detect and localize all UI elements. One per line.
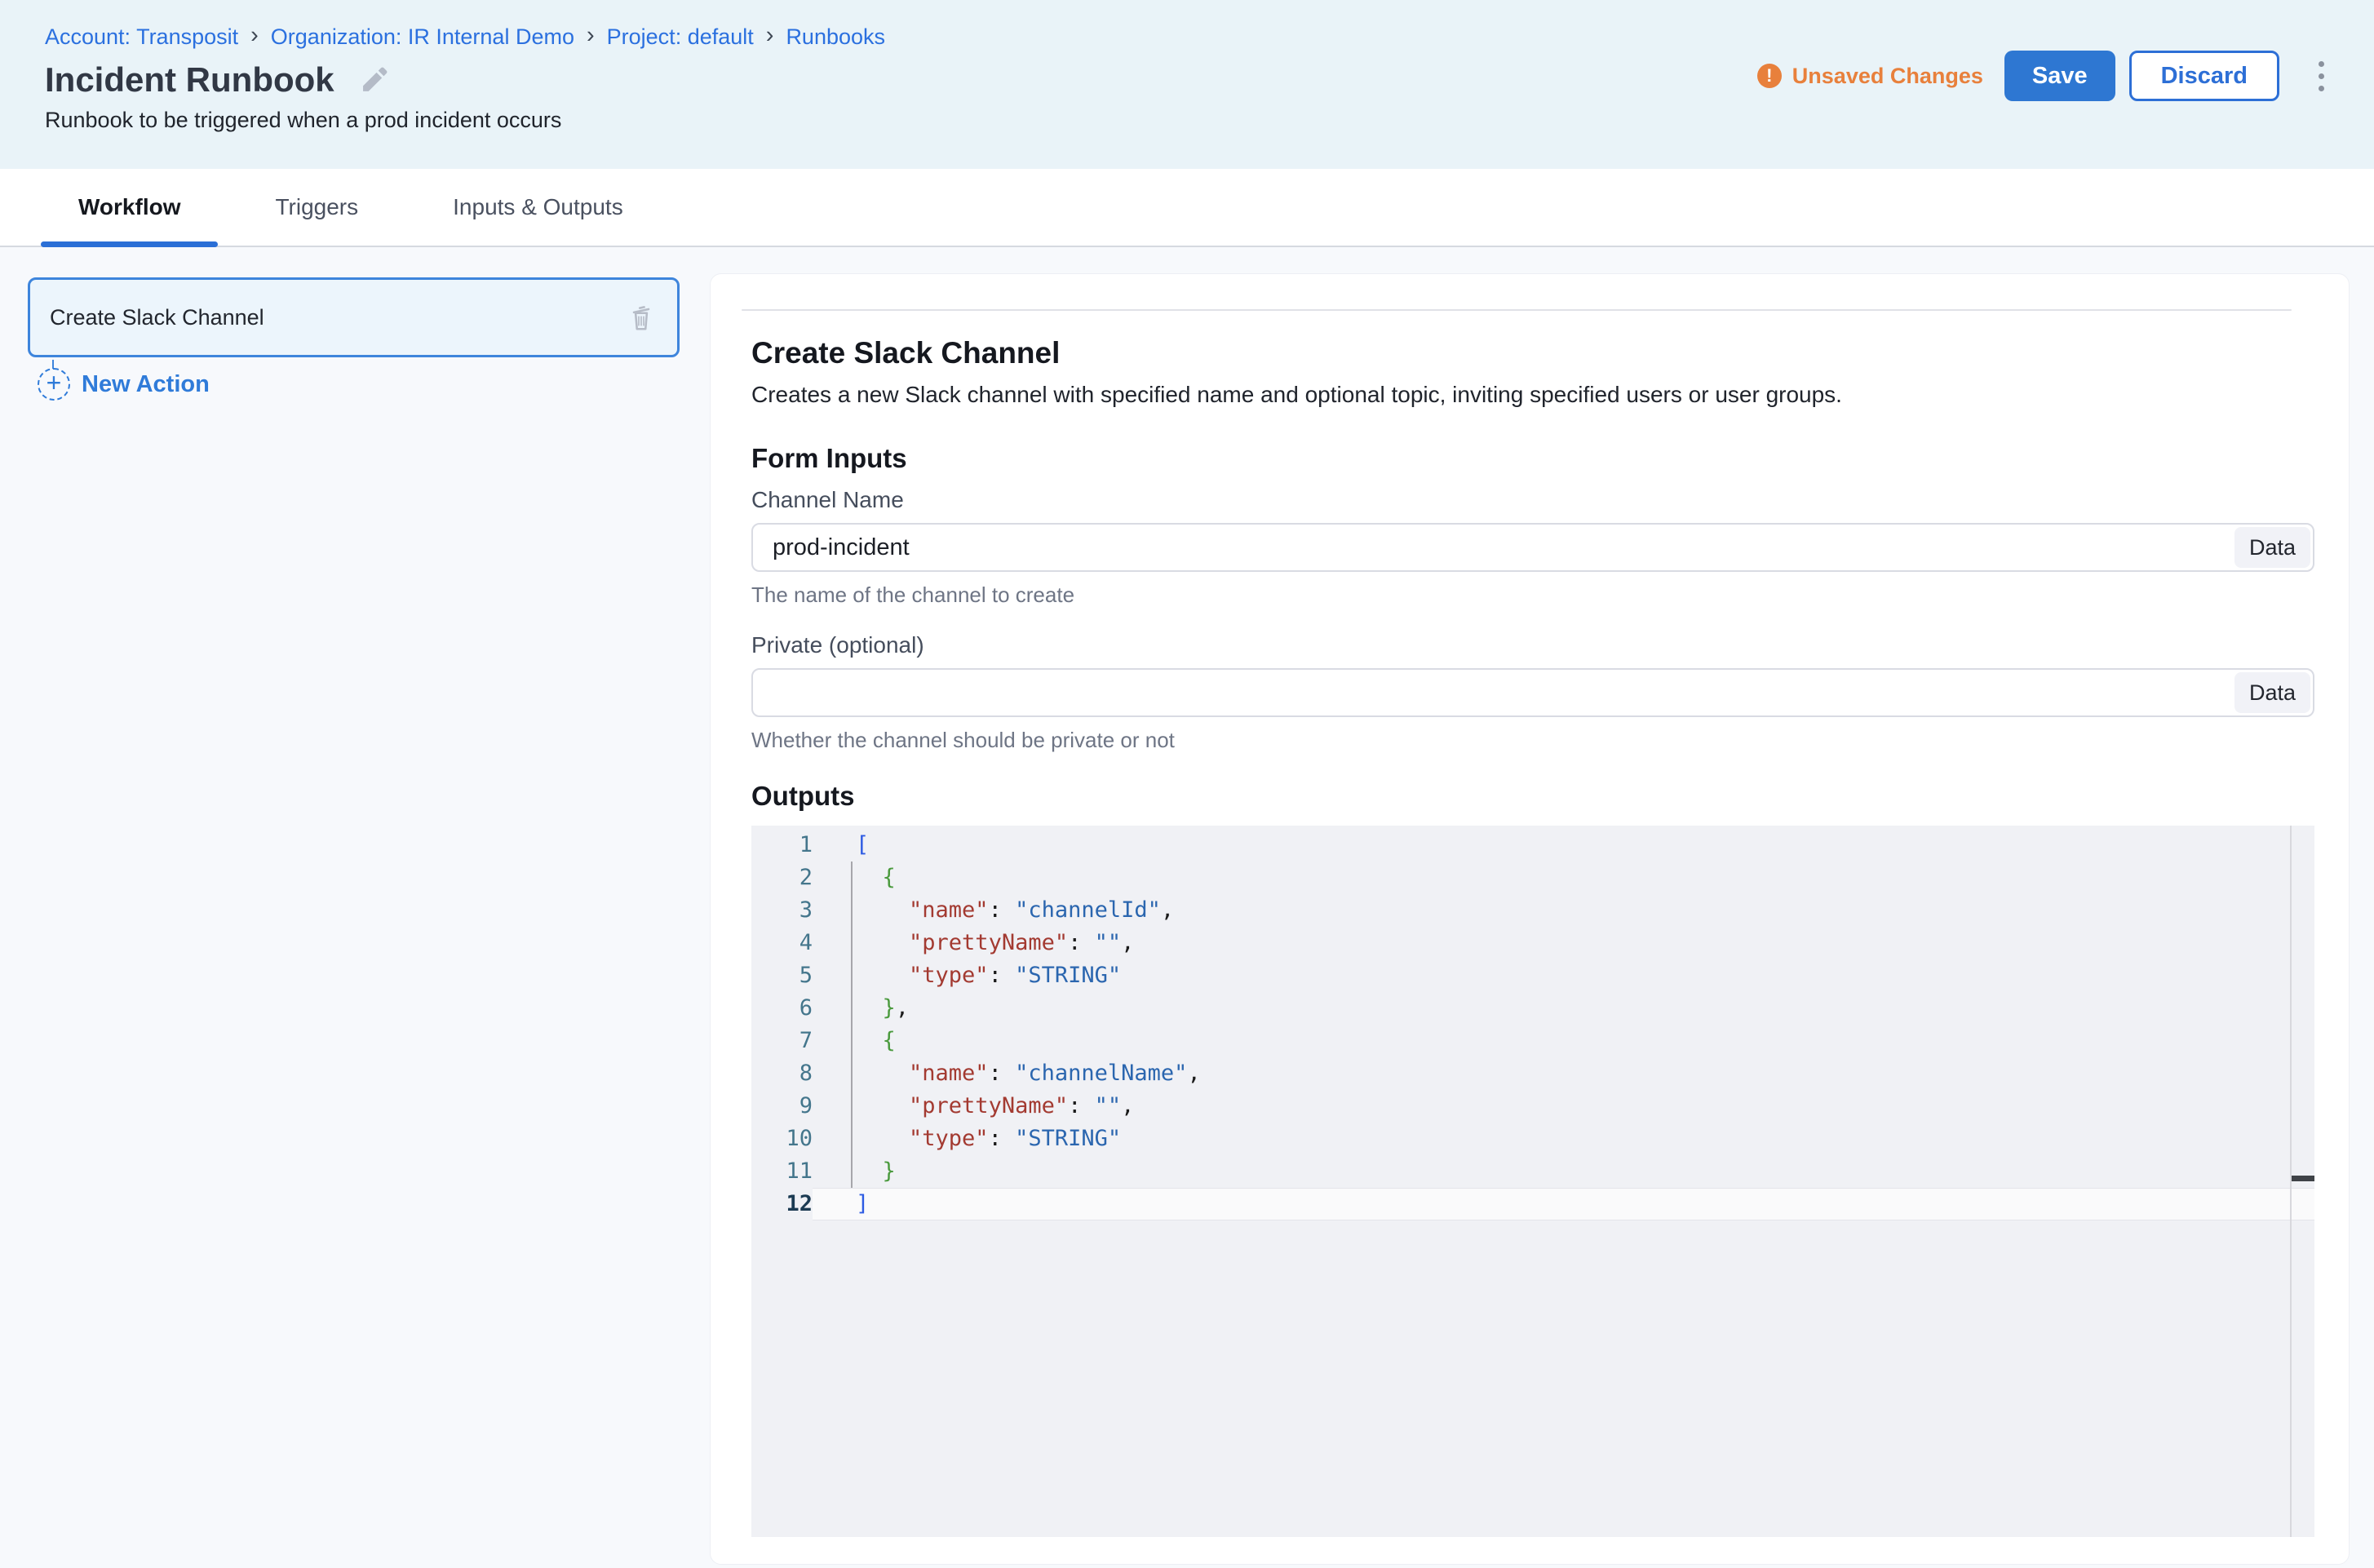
breadcrumb: Account: Transposit › Organization: IR I… xyxy=(45,23,885,51)
code-line: 7 { xyxy=(751,1025,2314,1057)
private-input[interactable] xyxy=(751,668,2314,717)
more-options-kebab-icon[interactable] xyxy=(2310,61,2332,91)
edit-title-pencil-icon[interactable] xyxy=(359,64,390,95)
line-number: 11 xyxy=(751,1155,813,1188)
line-number: 6 xyxy=(751,992,813,1025)
fold-guide-line xyxy=(851,862,853,1188)
breadcrumb-separator-icon: › xyxy=(587,21,595,49)
line-number: 1 xyxy=(751,829,813,862)
code-line: 8 "name": "channelName", xyxy=(751,1057,2314,1090)
tab-bar: Workflow Triggers Inputs & Outputs xyxy=(0,169,2374,247)
code-line: 10 "type": "STRING" xyxy=(751,1123,2314,1155)
line-number: 3 xyxy=(751,894,813,927)
tab-workflow-label: Workflow xyxy=(78,194,180,220)
channel-name-data-button[interactable]: Data xyxy=(2234,527,2310,568)
code-lines: 1[2 {3 "name": "channelId",4 "prettyName… xyxy=(751,829,2314,1220)
code-line: 5 "type": "STRING" xyxy=(751,959,2314,992)
action-card-label: Create Slack Channel xyxy=(50,305,627,330)
outputs-heading: Outputs xyxy=(751,779,2314,813)
line-number: 4 xyxy=(751,927,813,959)
code-line: 11 } xyxy=(751,1155,2314,1188)
page-title: Incident Runbook xyxy=(45,57,334,103)
code-line: 3 "name": "channelId", xyxy=(751,894,2314,927)
code-line: 12] xyxy=(751,1188,2314,1220)
line-number: 9 xyxy=(751,1090,813,1123)
line-number: 5 xyxy=(751,959,813,992)
detail-top-divider xyxy=(742,309,2292,311)
channel-name-helper: The name of the channel to create xyxy=(751,582,2314,608)
channel-name-label: Channel Name xyxy=(751,487,2314,513)
line-number: 10 xyxy=(751,1123,813,1155)
unsaved-changes-label: Unsaved Changes xyxy=(1792,64,1983,89)
action-detail-panel: Create Slack Channel Creates a new Slack… xyxy=(710,273,2350,1565)
active-tab-underline xyxy=(41,241,218,247)
code-line: 6 }, xyxy=(751,992,2314,1025)
outputs-code-editor[interactable]: 1[2 {3 "name": "channelId",4 "prettyName… xyxy=(751,826,2314,1537)
save-button[interactable]: Save xyxy=(2004,51,2115,101)
delete-action-trash-icon[interactable] xyxy=(627,300,656,334)
code-line: 2 { xyxy=(751,862,2314,894)
breadcrumb-project[interactable]: Project: default xyxy=(607,23,754,51)
page-header: Account: Transposit › Organization: IR I… xyxy=(0,0,2374,169)
detail-heading: Create Slack Channel xyxy=(751,334,2314,373)
line-number: 7 xyxy=(751,1025,813,1057)
tab-inputs-outputs-label: Inputs & Outputs xyxy=(453,194,623,220)
code-line: 1[ xyxy=(751,829,2314,862)
editor-scrollbar-track xyxy=(2290,826,2292,1537)
warning-icon xyxy=(1757,64,1782,88)
line-number: 2 xyxy=(751,862,813,894)
breadcrumb-runbooks[interactable]: Runbooks xyxy=(786,23,885,51)
breadcrumb-organization[interactable]: Organization: IR Internal Demo xyxy=(271,23,574,51)
form-inputs-heading: Form Inputs xyxy=(751,441,2314,476)
discard-button[interactable]: Discard xyxy=(2129,51,2279,101)
breadcrumb-separator-icon: › xyxy=(250,21,259,49)
line-number: 12 xyxy=(751,1188,813,1220)
tab-triggers-label: Triggers xyxy=(275,194,358,220)
code-line: 9 "prettyName": "", xyxy=(751,1090,2314,1123)
detail-description: Creates a new Slack channel with specifi… xyxy=(751,379,2314,410)
private-data-button[interactable]: Data xyxy=(2234,672,2310,713)
code-line: 4 "prettyName": "", xyxy=(751,927,2314,959)
line-number: 8 xyxy=(751,1057,813,1090)
tab-inputs-outputs[interactable]: Inputs & Outputs xyxy=(415,169,661,246)
tab-workflow[interactable]: Workflow xyxy=(41,169,218,246)
channel-name-input[interactable] xyxy=(751,523,2314,572)
private-label: Private (optional) xyxy=(751,632,2314,658)
workflow-action-card[interactable]: Create Slack Channel xyxy=(28,277,680,357)
new-action-button[interactable]: New Action xyxy=(38,368,210,401)
private-helper: Whether the channel should be private or… xyxy=(751,727,2314,753)
plus-icon xyxy=(38,368,70,401)
breadcrumb-separator-icon: › xyxy=(766,21,774,49)
new-action-label: New Action xyxy=(82,371,210,398)
editor-scrollbar-thumb[interactable] xyxy=(2292,1176,2314,1181)
tab-triggers[interactable]: Triggers xyxy=(237,169,396,246)
page-subtitle: Runbook to be triggered when a prod inci… xyxy=(45,106,561,134)
breadcrumb-account[interactable]: Account: Transposit xyxy=(45,23,238,51)
unsaved-changes-badge: Unsaved Changes xyxy=(1757,64,1983,89)
